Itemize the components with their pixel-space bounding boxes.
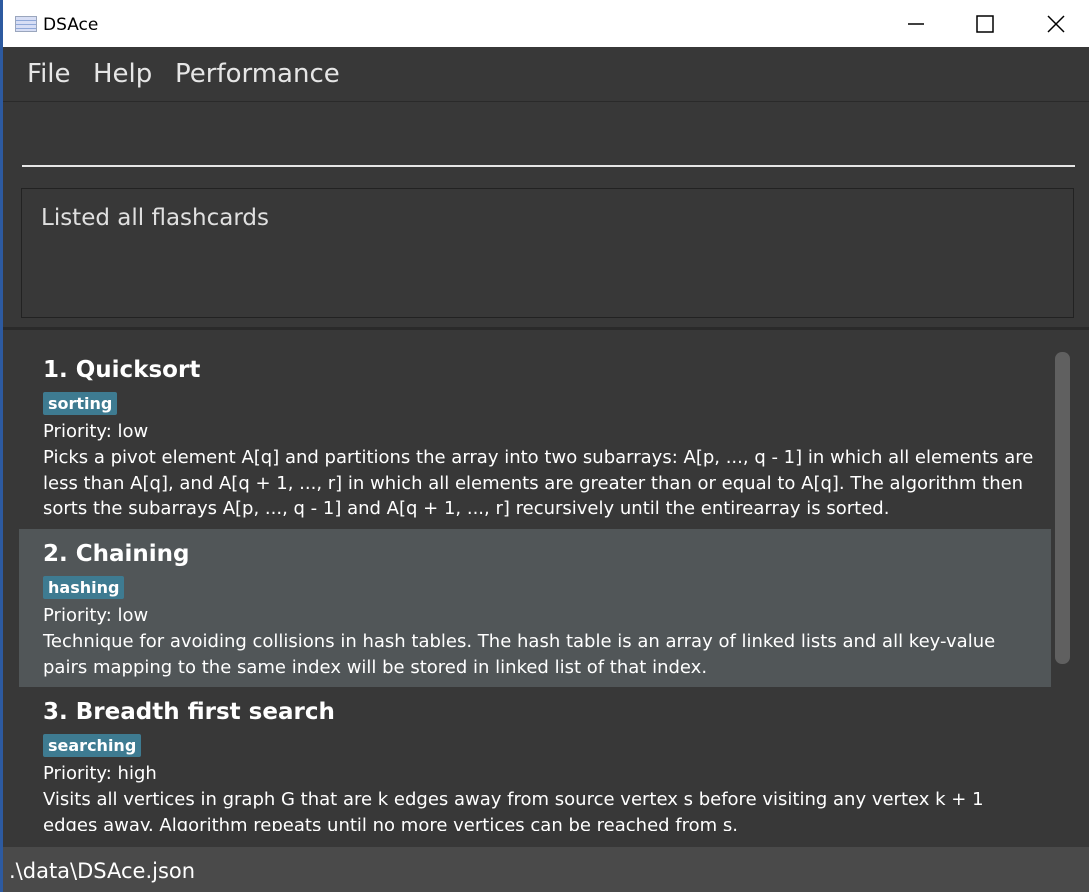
flashcard-title: 2. Chaining <box>43 541 190 567</box>
scrollbar-thumb[interactable] <box>1055 352 1070 664</box>
command-input[interactable] <box>22 103 1075 167</box>
flashcard-item[interactable]: 3. Breadth first search searching Priori… <box>19 687 1051 831</box>
panel-divider <box>3 327 1089 330</box>
flashcard-item[interactable]: 2. Chaining hashing Priority: low Techni… <box>19 529 1051 687</box>
flashcard-priority: Priority: low <box>43 421 149 442</box>
menu-help[interactable]: Help <box>93 59 152 89</box>
result-display: Listed all flashcards <box>21 188 1074 318</box>
title-bar: DSAce <box>3 0 1089 47</box>
flashcard-description: Visits all vertices in graph G that are … <box>43 789 984 831</box>
minimize-button[interactable] <box>903 11 929 37</box>
flashcard-tag: searching <box>43 734 142 757</box>
flashcard-title: 3. Breadth first search <box>43 699 335 725</box>
close-icon <box>1047 15 1065 33</box>
status-bar: .\data\DSAce.json <box>3 847 1089 892</box>
window-title: DSAce <box>43 15 99 35</box>
flashcard-priority: Priority: low <box>43 605 149 626</box>
flashcard-description: Technique for avoiding collisions in has… <box>43 631 996 678</box>
close-button[interactable] <box>1043 11 1069 37</box>
maximize-button[interactable] <box>972 11 998 37</box>
flashcard-item[interactable]: 1. Quicksort sorting Priority: low Picks… <box>19 345 1051 529</box>
menu-bar: File Help Performance <box>3 47 1089 102</box>
app-window: DSAce File Help Performance Listed all f… <box>3 0 1089 892</box>
menu-performance[interactable]: Performance <box>175 59 340 89</box>
storage-path: .\data\DSAce.json <box>9 859 196 883</box>
app-icon <box>15 16 37 32</box>
menu-file[interactable]: File <box>27 59 71 89</box>
flashcard-list: 1. Quicksort sorting Priority: low Picks… <box>19 345 1051 831</box>
maximize-icon <box>976 15 994 33</box>
result-message: Listed all flashcards <box>41 205 269 231</box>
minimize-icon <box>908 23 924 25</box>
flashcard-title: 1. Quicksort <box>43 357 201 383</box>
flashcard-tag: hashing <box>43 576 125 599</box>
flashcard-priority: Priority: high <box>43 763 157 784</box>
flashcard-description: Picks a pivot element A[q] and partition… <box>43 447 1034 519</box>
flashcard-tag: sorting <box>43 392 118 415</box>
